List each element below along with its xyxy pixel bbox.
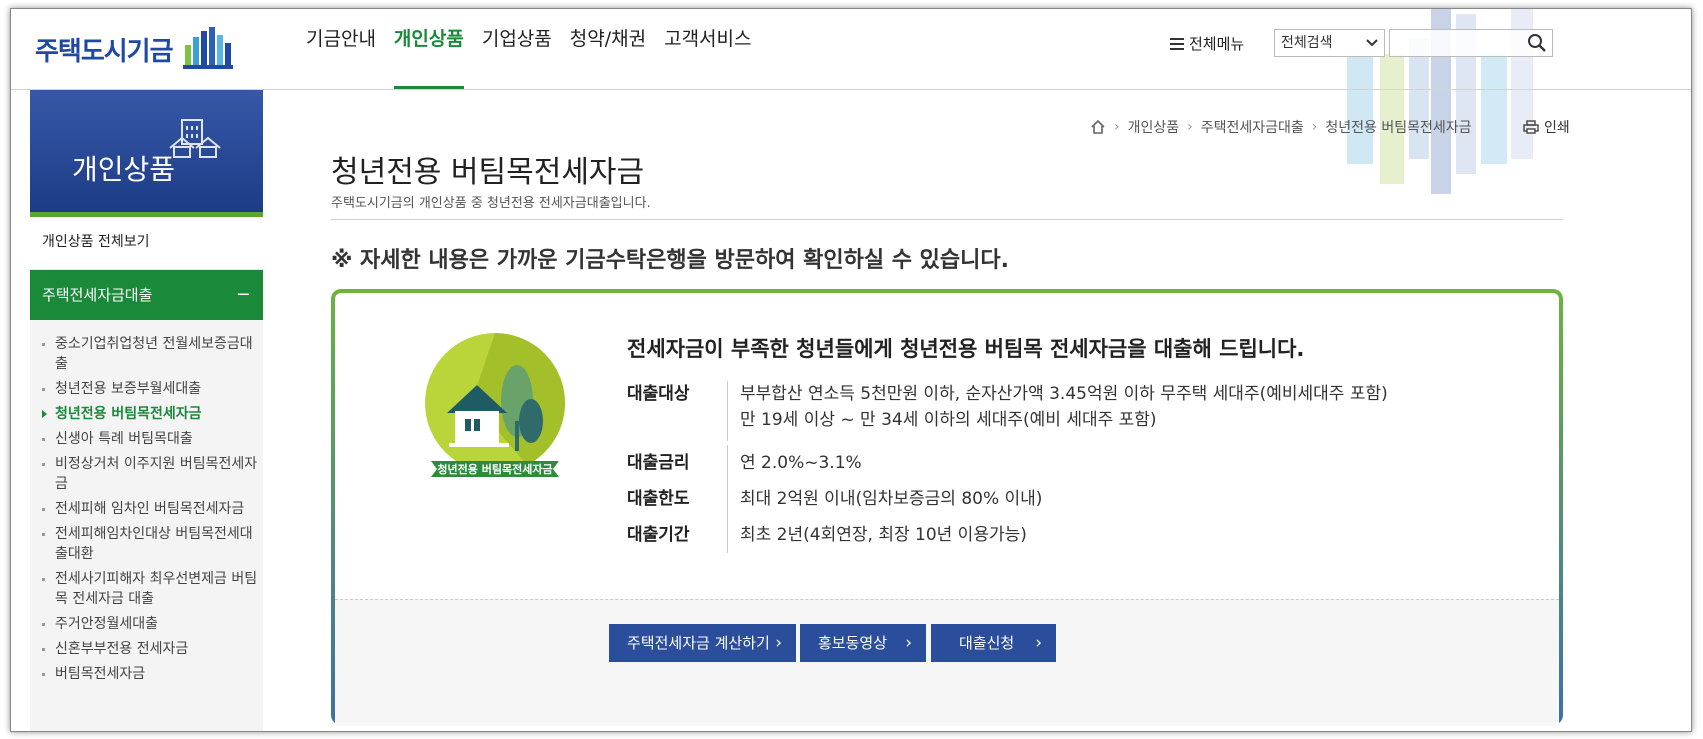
promo-video-button-label: 홍보동영상 bbox=[818, 634, 888, 652]
all-menu-button[interactable]: 전체메뉴 bbox=[1170, 33, 1244, 54]
sidebar-item-sme-youth-loan[interactable]: 중소기업취업청년 전월세보증금대출 bbox=[30, 332, 263, 377]
detail-row-rate: 대출금리 연 2.0%~3.1% bbox=[627, 445, 1507, 481]
chevron-right-icon: › bbox=[1035, 633, 1042, 653]
product-headline: 전세자금이 부족한 청년들에게 청년전용 버팀목 전세자금을 대출해 드립니다. bbox=[627, 337, 1305, 361]
breadcrumb-current[interactable]: 청년전용 버팀목전세자금 bbox=[1325, 117, 1471, 137]
all-menu-label: 전체메뉴 bbox=[1189, 35, 1245, 53]
sidebar-title: 개인상품 bbox=[72, 153, 176, 186]
page-title: 청년전용 버팀목전세자금 bbox=[331, 155, 645, 190]
breadcrumb-item[interactable]: 주택전세자금대출 bbox=[1201, 117, 1304, 137]
nav-subscription-bonds[interactable]: 청약/채권 bbox=[561, 9, 655, 89]
chevron-right-icon: › bbox=[1114, 119, 1120, 135]
sidebar-item-newborn-special[interactable]: 신생아 특례 버팀목대출 bbox=[30, 427, 263, 452]
sidebar-item-newlywed[interactable]: 신혼부부전용 전세자금 bbox=[30, 637, 263, 662]
home-icon[interactable] bbox=[1090, 120, 1106, 134]
nav-fund-info[interactable]: 기금안내 bbox=[297, 9, 385, 89]
badge-label: 청년전용 버팀목전세자금 bbox=[437, 462, 552, 476]
detail-value: 부부합산 연소득 5천만원 이하, 순자산가액 3.45억원 이하 무주택 세대… bbox=[727, 381, 1480, 441]
sidebar-item-youth-beotimmok[interactable]: 청년전용 버팀목전세자금 bbox=[30, 402, 263, 427]
search-scope-value: 전체검색 bbox=[1281, 35, 1333, 51]
sidebar-item-relocation-support[interactable]: 비정상거처 이주지원 버팀목전세자금 bbox=[30, 452, 263, 497]
sidebar-category-label: 주택전세자금대출 bbox=[42, 286, 153, 304]
hamburger-icon bbox=[1170, 37, 1184, 50]
detail-row-limit: 대출한도 최대 2억원 이내(임차보증금의 80% 이내) bbox=[627, 481, 1507, 517]
sidebar-item-damage-refinance[interactable]: 전세피해임차인대상 버팀목전세대출대환 bbox=[30, 522, 263, 567]
search-icon[interactable] bbox=[1525, 31, 1549, 55]
promo-video-button[interactable]: 홍보동영상 › bbox=[800, 624, 926, 662]
detail-value: 연 2.0%~3.1% bbox=[727, 445, 1480, 481]
main-navigation: 기금안내 개인상품 기업상품 청약/채권 고객서비스 bbox=[297, 9, 761, 89]
logo-text: 주택도시기금 bbox=[35, 36, 174, 67]
sidebar-item-beotimmok[interactable]: 버팀목전세자금 bbox=[30, 662, 263, 687]
site-header: 주택도시기금 기금안내 개인상품 기업상품 청약/채권 고객서비스 전체메뉴 전… bbox=[11, 9, 1691, 90]
detail-value: 최초 2년(4회연장, 최장 10년 이용가능) bbox=[727, 517, 1480, 553]
chevron-down-icon bbox=[1366, 39, 1378, 47]
sidebar-item-youth-monthly-rent[interactable]: 청년전용 보증부월세대출 bbox=[30, 377, 263, 402]
product-info-box: 청년전용 버팀목전세자금 전세자금이 부족한 청년들에게 청년전용 버팀목 전세… bbox=[331, 289, 1563, 726]
sidebar-submenu: 중소기업취업청년 전월세보증금대출 청년전용 보증부월세대출 청년전용 버팀목전… bbox=[30, 320, 263, 687]
buildings-icon bbox=[169, 119, 221, 158]
sidebar-item-damage-tenant[interactable]: 전세피해 임차인 버팀목전세자금 bbox=[30, 497, 263, 522]
calculate-button[interactable]: 주택전세자금 계산하기 › bbox=[609, 624, 796, 662]
detail-key: 대출기간 bbox=[627, 525, 690, 545]
browser-frame: 주택도시기금 기금안내 개인상품 기업상품 청약/채권 고객서비스 전체메뉴 전… bbox=[10, 8, 1692, 732]
loan-apply-button-label: 대출신청 bbox=[959, 634, 1015, 652]
detail-key: 대출금리 bbox=[627, 453, 690, 473]
chevron-right-icon: › bbox=[1187, 119, 1193, 135]
sidebar-category-jeonse-loan[interactable]: 주택전세자금대출 − bbox=[30, 270, 263, 320]
sidebar-item-fraud-victim[interactable]: 전세사기피해자 최우선변제금 버팀목 전세자금 대출 bbox=[30, 567, 263, 612]
sidebar-item-housing-stability[interactable]: 주거안정월세대출 bbox=[30, 612, 263, 637]
notice-text: ※ 자세한 내용은 가까운 기금수탁은행을 방문하여 확인하실 수 있습니다. bbox=[331, 248, 1009, 273]
printer-icon bbox=[1523, 120, 1539, 134]
detail-line: 만 19세 이상 ~ 만 34세 이하의 세대주(예비 세대주 포함) bbox=[740, 410, 1157, 430]
detail-row-period: 대출기간 최초 2년(4회연장, 최장 10년 이용가능) bbox=[627, 517, 1507, 553]
chevron-right-icon: › bbox=[775, 633, 782, 653]
site-logo[interactable]: 주택도시기금 bbox=[35, 27, 235, 71]
loan-apply-button[interactable]: 대출신청 › bbox=[931, 624, 1056, 662]
nav-customer-service[interactable]: 고객서비스 bbox=[655, 9, 760, 89]
detail-value: 최대 2억원 이내(임차보증금의 80% 이내) bbox=[727, 481, 1480, 517]
breadcrumb-item[interactable]: 개인상품 bbox=[1128, 117, 1180, 137]
chevron-right-icon: › bbox=[1311, 119, 1318, 135]
action-button-area: 주택전세자금 계산하기 › 홍보동영상 › 대출신청 › bbox=[335, 599, 1559, 726]
print-button[interactable]: 인쇄 bbox=[1523, 117, 1570, 137]
detail-row-target: 대출대상 부부합산 연소득 5천만원 이하, 순자산가액 3.45억원 이하 무… bbox=[627, 381, 1507, 441]
detail-key: 대출대상 bbox=[627, 384, 690, 404]
detail-line: 부부합산 연소득 5천만원 이하, 순자산가액 3.45억원 이하 무주택 세대… bbox=[740, 384, 1388, 404]
collapse-icon: − bbox=[235, 284, 251, 305]
detail-key: 대출한도 bbox=[627, 489, 690, 509]
nav-business-products[interactable]: 기업상품 bbox=[473, 9, 561, 89]
nav-personal-products[interactable]: 개인상품 bbox=[385, 9, 473, 89]
divider bbox=[331, 219, 1563, 220]
logo-mark-icon bbox=[182, 27, 233, 69]
sidebar: 개인상품 개인상품 전체보기 주택전세자금대출 − 중소기업취업청년 전월세보증… bbox=[30, 90, 263, 731]
search-scope-select[interactable]: 전체검색 bbox=[1274, 29, 1385, 57]
calculate-button-label: 주택전세자금 계산하기 bbox=[627, 634, 770, 652]
sidebar-all-products-link[interactable]: 개인상품 전체보기 bbox=[30, 217, 263, 270]
page-subtitle: 주택도시기금의 개인상품 중 청년전용 전세자금대출입니다. bbox=[331, 196, 651, 211]
product-details: 대출대상 부부합산 연소득 5천만원 이하, 순자산가액 3.45억원 이하 무… bbox=[627, 381, 1507, 553]
breadcrumb: › 개인상품 › 주택전세자금대출 › 청년전용 버팀목전세자금 bbox=[1090, 117, 1472, 137]
sidebar-hero: 개인상품 bbox=[30, 90, 263, 217]
chevron-right-icon: › bbox=[905, 633, 912, 653]
youth-house-badge-icon: 청년전용 버팀목전세자금 bbox=[425, 333, 565, 477]
print-label: 인쇄 bbox=[1544, 120, 1570, 136]
